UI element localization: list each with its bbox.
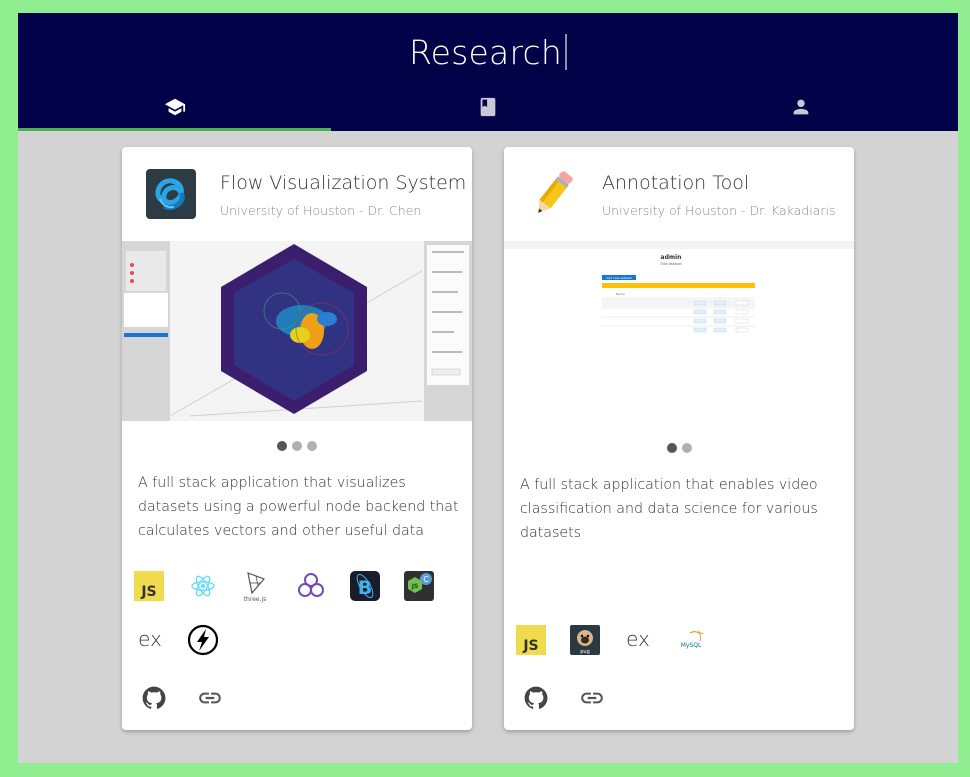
- tab-research[interactable]: [18, 83, 331, 131]
- pug-icon: pug: [568, 623, 602, 657]
- svg-text:JS: JS: [411, 583, 419, 590]
- github-icon[interactable]: [522, 684, 550, 712]
- carousel-dot-1[interactable]: [277, 441, 287, 451]
- svg-text:three.js: three.js: [244, 596, 267, 603]
- socketio-icon: [186, 623, 220, 657]
- text-caret: [564, 34, 567, 70]
- link-icon[interactable]: [196, 684, 224, 712]
- express-icon: ex: [134, 623, 168, 657]
- header: Research: [18, 13, 958, 131]
- redux-icon: [294, 569, 328, 603]
- carousel-dot-2[interactable]: [292, 441, 302, 451]
- tab-bar: [18, 83, 958, 131]
- project-screenshot[interactable]: [122, 241, 472, 421]
- svg-text:admin: admin: [661, 254, 682, 261]
- card-subtitle: University of Houston - Dr. Kakadiaris: [602, 203, 836, 218]
- carousel-dots: [504, 443, 854, 453]
- svg-text:Add new dataset: Add new dataset: [606, 276, 632, 280]
- svg-text:ex: ex: [138, 627, 162, 651]
- card-title: Annotation Tool: [602, 172, 750, 194]
- card-subtitle: University of Houston - Dr. Chen: [220, 203, 422, 218]
- carousel-dot-1[interactable]: [666, 443, 677, 453]
- book-icon: [480, 97, 496, 117]
- carousel-dot-2[interactable]: [681, 443, 692, 453]
- svg-text:ex: ex: [626, 627, 650, 651]
- card-description: A full stack application that enables vi…: [520, 477, 818, 541]
- react-icon: [186, 569, 220, 603]
- svg-text:Name: Name: [616, 292, 625, 296]
- card-title: Flow Visualization System: [220, 172, 467, 194]
- pencil-icon: [528, 169, 578, 219]
- project-screenshot[interactable]: admin Edit dataset Add new dataset Name: [504, 241, 854, 421]
- svg-text:C: C: [423, 575, 429, 584]
- svg-text:Edit dataset: Edit dataset: [660, 262, 682, 266]
- svg-text:JS: JS: [140, 584, 156, 600]
- nodejs-icon: JS C: [402, 569, 436, 603]
- javascript-icon: JS: [516, 623, 550, 657]
- svg-text:MySQL: MySQL: [681, 642, 702, 649]
- threejs-icon: three.js: [238, 569, 272, 603]
- project-card-flow-visualization: Flow Visualization System University of …: [122, 147, 472, 730]
- tab-profile[interactable]: [645, 83, 958, 131]
- project-card-annotation-tool: Annotation Tool University of Houston - …: [504, 147, 854, 730]
- tab-publications[interactable]: [331, 83, 644, 131]
- svg-text:JS: JS: [522, 638, 538, 654]
- page-title: Research: [18, 31, 958, 75]
- app-container: Research Flow Visualization System Unive…: [18, 13, 958, 763]
- card-header: Annotation Tool University of Houston - …: [504, 147, 854, 241]
- mysql-icon: MySQL: [676, 623, 710, 657]
- knot-logo-icon: [146, 169, 196, 219]
- svg-text:pug: pug: [580, 649, 590, 655]
- express-icon: ex: [622, 623, 656, 657]
- person-icon: [793, 99, 809, 115]
- link-icon[interactable]: [578, 684, 606, 712]
- github-icon[interactable]: [140, 684, 168, 712]
- carousel-dots: [122, 441, 472, 451]
- bootstrap-react-icon: B: [348, 569, 382, 603]
- carousel-dot-3[interactable]: [307, 441, 317, 451]
- card-header: Flow Visualization System University of …: [122, 147, 472, 241]
- active-tab-indicator: [18, 128, 331, 131]
- page-title-text: Research: [409, 33, 562, 72]
- graduation-cap-icon: [164, 98, 185, 116]
- card-description: A full stack application that visualizes…: [138, 475, 459, 539]
- javascript-icon: JS: [134, 569, 168, 603]
